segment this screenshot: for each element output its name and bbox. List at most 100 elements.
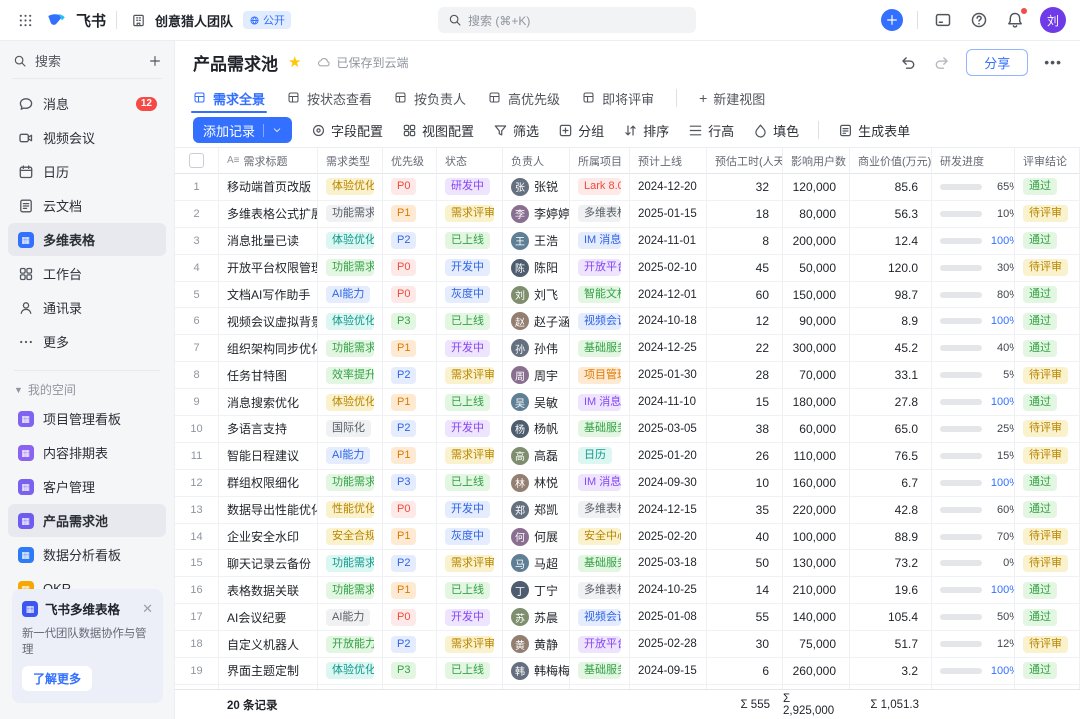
cell-owner[interactable]: 韩韩梅梅 bbox=[503, 658, 570, 684]
cell-status[interactable]: 开发中 bbox=[437, 497, 503, 523]
column-header-3[interactable]: 状态 bbox=[437, 148, 503, 174]
sidebar-item-workbench[interactable]: 工作台 bbox=[8, 257, 166, 290]
cell-owner[interactable]: 李李婷婷 bbox=[503, 201, 570, 227]
cell-hours[interactable]: 30 bbox=[707, 631, 783, 657]
cell-progress[interactable]: 40% bbox=[932, 335, 1015, 361]
cell-value[interactable]: 98.7 bbox=[850, 282, 932, 308]
cell-value[interactable]: 6.7 bbox=[850, 470, 932, 496]
cell-users[interactable]: 100,000 bbox=[783, 524, 850, 550]
toolbar-sort-button[interactable]: 排序 bbox=[623, 121, 669, 140]
cell-type[interactable]: 体验优化 bbox=[318, 174, 383, 200]
cell-type[interactable]: 效率提升 bbox=[318, 362, 383, 388]
cell-priority[interactable]: P2 bbox=[383, 416, 437, 442]
cell-hours[interactable]: 60 bbox=[707, 282, 783, 308]
table-row[interactable]: 13数据导出性能优化性能优化P0开发中郑郑凯多维表格2024-12-153522… bbox=[175, 497, 1080, 524]
cell-owner[interactable]: 杨杨帆 bbox=[503, 416, 570, 442]
cell-users[interactable]: 50,000 bbox=[783, 255, 850, 281]
cell-review[interactable]: 通过 bbox=[1015, 174, 1080, 200]
cell-hours[interactable]: 10 bbox=[707, 470, 783, 496]
cell-progress[interactable]: 100% bbox=[932, 308, 1015, 334]
table-row[interactable]: 3消息批量已读体验优化P2已上线王王浩IM 消息2024-11-018200,0… bbox=[175, 228, 1080, 255]
cell-launch-date[interactable]: 2024-12-01 bbox=[630, 282, 707, 308]
toolbar-filter-button[interactable]: 筛选 bbox=[493, 121, 539, 140]
cell-users[interactable]: 90,000 bbox=[783, 308, 850, 334]
cell-owner[interactable]: 陈陈阳 bbox=[503, 255, 570, 281]
cell-value[interactable]: 120.0 bbox=[850, 255, 932, 281]
cell-owner[interactable]: 丁丁宁 bbox=[503, 577, 570, 603]
sidebar-item-calendar[interactable]: 日历 bbox=[8, 155, 166, 188]
cell-hours[interactable]: 22 bbox=[707, 335, 783, 361]
cell-review[interactable]: 待评审 bbox=[1015, 201, 1080, 227]
cell-priority[interactable]: P3 bbox=[383, 308, 437, 334]
cell-project[interactable]: 基础服务 bbox=[570, 550, 630, 576]
cell-status[interactable]: 需求评审 bbox=[437, 550, 503, 576]
table-row[interactable]: 14企业安全水印安全合规P1灰度中何何展安全中心2025-02-2040100,… bbox=[175, 524, 1080, 551]
column-header-6[interactable]: 预计上线 bbox=[630, 148, 707, 174]
table-row[interactable]: 8任务甘特图效率提升P2需求评审周周宇项目管理2025-01-302870,00… bbox=[175, 362, 1080, 389]
cell-progress[interactable]: 5% bbox=[932, 362, 1015, 388]
cell-type[interactable]: 体验优化 bbox=[318, 658, 383, 684]
column-header-2[interactable]: 优先级 bbox=[383, 148, 437, 174]
cell-launch-date[interactable]: 2025-02-20 bbox=[630, 524, 707, 550]
cell-status[interactable]: 已上线 bbox=[437, 308, 503, 334]
cell-type[interactable]: 开放能力 bbox=[318, 631, 383, 657]
cell-hours[interactable]: 14 bbox=[707, 577, 783, 603]
cell-owner[interactable]: 高高磊 bbox=[503, 443, 570, 469]
cell-priority[interactable]: P1 bbox=[383, 577, 437, 603]
table-row[interactable]: 2多维表格公式扩展功能需求P1需求评审李李婷婷多维表格2025-01-15188… bbox=[175, 201, 1080, 228]
space-item-3[interactable]: ▦产品需求池 bbox=[8, 504, 166, 537]
cell-progress[interactable]: 70% bbox=[932, 524, 1015, 550]
cell-review[interactable]: 待评审 bbox=[1015, 524, 1080, 550]
cell-priority[interactable]: P1 bbox=[383, 201, 437, 227]
cell-status[interactable]: 灰度中 bbox=[437, 524, 503, 550]
cell-review[interactable]: 通过 bbox=[1015, 228, 1080, 254]
cell-project[interactable]: 项目管理 bbox=[570, 362, 630, 388]
cell-priority[interactable]: P0 bbox=[383, 604, 437, 630]
cell-project[interactable]: 多维表格 bbox=[570, 201, 630, 227]
cell-project[interactable]: 基础服务 bbox=[570, 335, 630, 361]
cell-project[interactable]: 开放平台 bbox=[570, 255, 630, 281]
cell-review[interactable]: 待评审 bbox=[1015, 631, 1080, 657]
cell-status[interactable]: 研发中 bbox=[437, 174, 503, 200]
cell-title[interactable]: 视频会议虚拟背景 bbox=[219, 308, 318, 334]
cell-status[interactable]: 已上线 bbox=[437, 389, 503, 415]
sidebar-search[interactable]: 搜索 bbox=[12, 51, 162, 79]
cell-review[interactable]: 通过 bbox=[1015, 658, 1080, 684]
column-header-0[interactable]: A≡需求标题 bbox=[219, 148, 318, 174]
cell-type[interactable]: AI能力 bbox=[318, 282, 383, 308]
cell-project[interactable]: 基础服务 bbox=[570, 416, 630, 442]
cell-users[interactable]: 80,000 bbox=[783, 201, 850, 227]
cell-review[interactable]: 待评审 bbox=[1015, 255, 1080, 281]
cell-title[interactable]: 界面主题定制 bbox=[219, 658, 318, 684]
cell-value[interactable]: 85.6 bbox=[850, 174, 932, 200]
cell-progress[interactable]: 100% bbox=[932, 470, 1015, 496]
table-row[interactable]: 18自定义机器人开放能力P2需求评审黄黄静开放平台2025-02-283075,… bbox=[175, 631, 1080, 658]
column-header-10[interactable]: 研发进度 bbox=[932, 148, 1015, 174]
table-row[interactable]: 11智能日程建议AI能力P1需求评审高高磊日历2025-01-2026110,0… bbox=[175, 443, 1080, 470]
table-row[interactable]: 5文档AI写作助手AI能力P0灰度中刘刘飞智能文档2024-12-0160150… bbox=[175, 282, 1080, 309]
space-item-2[interactable]: ▦客户管理 bbox=[8, 470, 166, 503]
sidebar-item-more[interactable]: 更多 bbox=[8, 325, 166, 358]
table-row[interactable]: 9消息搜索优化体验优化P1已上线吴吴敏IM 消息2024-11-1015180,… bbox=[175, 389, 1080, 416]
cell-progress[interactable]: 50% bbox=[932, 604, 1015, 630]
cell-progress[interactable]: 0% bbox=[932, 550, 1015, 576]
cell-review[interactable]: 通过 bbox=[1015, 308, 1080, 334]
space-item-4[interactable]: ▦数据分析看板 bbox=[8, 538, 166, 571]
cell-owner[interactable]: 苏苏晨 bbox=[503, 604, 570, 630]
cell-progress[interactable]: 100% bbox=[932, 658, 1015, 684]
cell-hours[interactable]: 55 bbox=[707, 604, 783, 630]
cell-launch-date[interactable]: 2025-01-15 bbox=[630, 201, 707, 227]
cell-review[interactable]: 待评审 bbox=[1015, 443, 1080, 469]
cell-type[interactable]: 功能需求 bbox=[318, 255, 383, 281]
cell-owner[interactable]: 孙孙伟 bbox=[503, 335, 570, 361]
cell-value[interactable]: 19.6 bbox=[850, 577, 932, 603]
cell-priority[interactable]: P2 bbox=[383, 550, 437, 576]
cell-title[interactable]: 数据导出性能优化 bbox=[219, 497, 318, 523]
cell-launch-date[interactable]: 2025-03-18 bbox=[630, 550, 707, 576]
cell-progress[interactable]: 100% bbox=[932, 577, 1015, 603]
table-row[interactable]: 10多语言支持国际化P2开发中杨杨帆基础服务2025-03-053860,000… bbox=[175, 416, 1080, 443]
cell-launch-date[interactable]: 2025-02-28 bbox=[630, 631, 707, 657]
cell-progress[interactable]: 100% bbox=[932, 228, 1015, 254]
cell-launch-date[interactable]: 2024-12-25 bbox=[630, 335, 707, 361]
table-row[interactable]: 15聊天记录云备份功能需求P2需求评审马马超基础服务2025-03-185013… bbox=[175, 550, 1080, 577]
